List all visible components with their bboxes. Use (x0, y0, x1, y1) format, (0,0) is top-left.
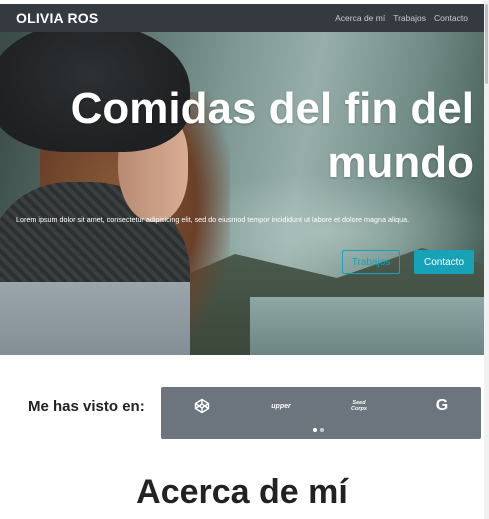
carousel-indicators (313, 428, 324, 432)
nav-link-contact[interactable]: Contacto (434, 13, 468, 23)
seen-in-label: Me has visto en: (28, 398, 145, 415)
hero-title-line1: Comidas del fin del (70, 84, 474, 133)
hero-background-lake (250, 297, 484, 355)
nav-link-works[interactable]: Trabajos (393, 13, 426, 23)
codepen-icon (191, 397, 213, 415)
scrollbar-thumb[interactable] (485, 4, 488, 84)
brand-logo[interactable]: OLIVIA ROS (16, 10, 98, 26)
hero-title: Comidas del fin del mundo (34, 82, 474, 190)
google-icon: G (435, 397, 449, 414)
navbar: OLIVIA ROS Acerca de mí Trabajos Contact… (0, 4, 484, 32)
logos-carousel[interactable]: upper Seed Corps G (161, 387, 481, 439)
contact-button[interactable]: Contacto (414, 250, 474, 274)
upper-logo: upper (271, 402, 291, 410)
about-section-title: Acerca de mí (136, 473, 348, 511)
script-logo: Seed Corps (351, 400, 367, 412)
page: OLIVIA ROS Acerca de mí Trabajos Contact… (0, 0, 489, 519)
carousel-dot-2[interactable] (320, 428, 324, 432)
carousel-dot-1[interactable] (313, 428, 317, 432)
hero-section: Comidas del fin del mundo Lorem ipsum do… (0, 32, 484, 355)
nav-link-about[interactable]: Acerca de mí (335, 13, 385, 23)
hero-photo-coat (0, 282, 190, 355)
nav-links: Acerca de mí Trabajos Contacto (335, 13, 468, 23)
works-button[interactable]: Trabajos (342, 250, 400, 274)
hero-title-line2: mundo (327, 138, 474, 187)
hero-description: Lorem ipsum dolor sit amet, consectetur … (16, 215, 410, 224)
